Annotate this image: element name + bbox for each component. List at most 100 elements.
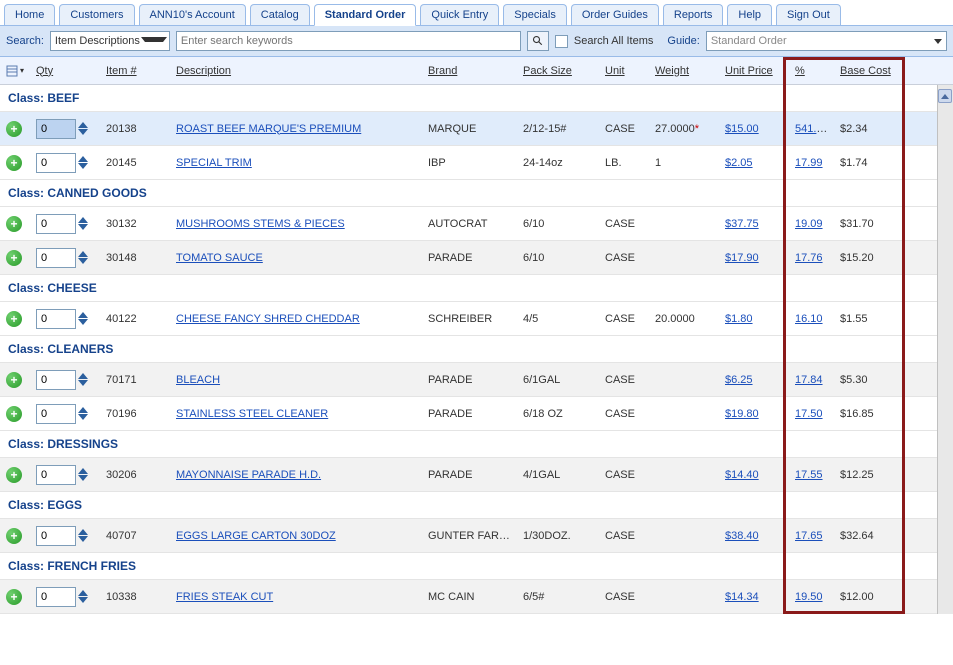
qty-input[interactable] [36, 309, 76, 329]
qty-up-button[interactable] [78, 468, 88, 474]
add-button[interactable]: + [6, 121, 22, 137]
qty-up-button[interactable] [78, 312, 88, 318]
qty-up-button[interactable] [78, 373, 88, 379]
qty-down-button[interactable] [78, 319, 88, 325]
pct-link[interactable]: 19.50 [795, 591, 823, 603]
grid-menu-button[interactable]: ▾ [0, 61, 30, 81]
unit-price-link[interactable]: $37.75 [725, 218, 759, 230]
pct-link[interactable]: 541.03 [795, 123, 829, 135]
qty-up-button[interactable] [78, 251, 88, 257]
col-unit[interactable]: Unit [599, 61, 649, 81]
description-link[interactable]: SPECIAL TRIM [176, 157, 252, 169]
table-row[interactable]: +30206MAYONNAISE PARADE H.D.PARADE4/1GAL… [0, 458, 953, 492]
qty-down-button[interactable] [78, 163, 88, 169]
tab-reports[interactable]: Reports [663, 4, 724, 25]
description-link[interactable]: CHEESE FANCY SHRED CHEDDAR [176, 313, 360, 325]
table-row[interactable]: +20138ROAST BEEF MARQUE'S PREMIUMMARQUE2… [0, 112, 953, 146]
description-link[interactable]: ROAST BEEF MARQUE'S PREMIUM [176, 123, 361, 135]
col-pack[interactable]: Pack Size [517, 61, 599, 81]
search-all-checkbox[interactable] [555, 35, 568, 48]
description-link[interactable]: TOMATO SAUCE [176, 252, 263, 264]
guide-dropdown[interactable]: Standard Order [706, 31, 947, 51]
pct-link[interactable]: 17.65 [795, 530, 823, 542]
add-button[interactable]: + [6, 589, 22, 605]
add-button[interactable]: + [6, 528, 22, 544]
unit-price-link[interactable]: $2.05 [725, 157, 753, 169]
col-pct[interactable]: % [789, 61, 834, 81]
qty-input[interactable] [36, 214, 76, 234]
unit-price-link[interactable]: $15.00 [725, 123, 759, 135]
qty-up-button[interactable] [78, 407, 88, 413]
description-link[interactable]: EGGS LARGE CARTON 30DOZ [176, 530, 336, 542]
tab-standard-order[interactable]: Standard Order [314, 4, 417, 26]
description-link[interactable]: FRIES STEAK CUT [176, 591, 273, 603]
tab-home[interactable]: Home [4, 4, 55, 25]
table-row[interactable]: +40707EGGS LARGE CARTON 30DOZGUNTER FARM… [0, 519, 953, 553]
description-link[interactable]: MAYONNAISE PARADE H.D. [176, 469, 321, 481]
pct-link[interactable]: 17.50 [795, 408, 823, 420]
qty-input[interactable] [36, 370, 76, 390]
unit-price-link[interactable]: $17.90 [725, 252, 759, 264]
pct-link[interactable]: 16.10 [795, 313, 823, 325]
col-unit-price[interactable]: Unit Price [719, 61, 789, 81]
qty-input[interactable] [36, 465, 76, 485]
unit-price-link[interactable]: $14.34 [725, 591, 759, 603]
tab-specials[interactable]: Specials [503, 4, 567, 25]
col-weight[interactable]: Weight [649, 61, 719, 81]
table-row[interactable]: +20145SPECIAL TRIMIBP24-14ozLB.1$2.0517.… [0, 146, 953, 180]
table-row[interactable]: +30132MUSHROOMS STEMS & PIECESAUTOCRAT6/… [0, 207, 953, 241]
scroll-up-button[interactable] [938, 89, 952, 103]
description-link[interactable]: MUSHROOMS STEMS & PIECES [176, 218, 345, 230]
qty-input[interactable] [36, 153, 76, 173]
qty-down-button[interactable] [78, 258, 88, 264]
qty-down-button[interactable] [78, 414, 88, 420]
pct-link[interactable]: 17.84 [795, 374, 823, 386]
tab-customers[interactable]: Customers [59, 4, 134, 25]
tab-ann10-s-account[interactable]: ANN10's Account [139, 4, 246, 25]
qty-down-button[interactable] [78, 129, 88, 135]
add-button[interactable]: + [6, 311, 22, 327]
tab-order-guides[interactable]: Order Guides [571, 4, 659, 25]
pct-link[interactable]: 17.99 [795, 157, 823, 169]
col-item[interactable]: Item # [100, 61, 170, 81]
add-button[interactable]: + [6, 216, 22, 232]
qty-down-button[interactable] [78, 536, 88, 542]
description-link[interactable]: STAINLESS STEEL CLEANER [176, 408, 328, 420]
search-type-dropdown[interactable]: Item Descriptions [50, 31, 170, 51]
table-row[interactable]: +30148TOMATO SAUCEPARADE6/10CASE$17.9017… [0, 241, 953, 275]
col-brand[interactable]: Brand [422, 61, 517, 81]
qty-input[interactable] [36, 248, 76, 268]
add-button[interactable]: + [6, 155, 22, 171]
add-button[interactable]: + [6, 250, 22, 266]
pct-link[interactable]: 19.09 [795, 218, 823, 230]
tab-catalog[interactable]: Catalog [250, 4, 310, 25]
col-qty[interactable]: Qty [30, 61, 100, 81]
table-row[interactable]: +70196STAINLESS STEEL CLEANERPARADE6/18 … [0, 397, 953, 431]
unit-price-link[interactable]: $14.40 [725, 469, 759, 481]
pct-link[interactable]: 17.76 [795, 252, 823, 264]
table-row[interactable]: +40122CHEESE FANCY SHRED CHEDDARSCHREIBE… [0, 302, 953, 336]
search-input[interactable] [176, 31, 521, 51]
qty-input[interactable] [36, 587, 76, 607]
description-link[interactable]: BLEACH [176, 374, 220, 386]
qty-up-button[interactable] [78, 156, 88, 162]
qty-down-button[interactable] [78, 475, 88, 481]
table-row[interactable]: +10338FRIES STEAK CUTMC CAIN6/5#CASE$14.… [0, 580, 953, 614]
tab-quick-entry[interactable]: Quick Entry [420, 4, 499, 25]
tab-sign-out[interactable]: Sign Out [776, 4, 841, 25]
unit-price-link[interactable]: $1.80 [725, 313, 753, 325]
qty-down-button[interactable] [78, 224, 88, 230]
unit-price-link[interactable]: $38.40 [725, 530, 759, 542]
search-button[interactable] [527, 31, 549, 51]
add-button[interactable]: + [6, 467, 22, 483]
qty-up-button[interactable] [78, 529, 88, 535]
qty-down-button[interactable] [78, 380, 88, 386]
qty-input[interactable] [36, 526, 76, 546]
table-row[interactable]: +70171BLEACHPARADE6/1GALCASE$6.2517.84$5… [0, 363, 953, 397]
add-button[interactable]: + [6, 406, 22, 422]
qty-up-button[interactable] [78, 590, 88, 596]
pct-link[interactable]: 17.55 [795, 469, 823, 481]
qty-input[interactable] [36, 404, 76, 424]
scrollbar[interactable] [937, 85, 953, 614]
col-desc[interactable]: Description [170, 61, 422, 81]
